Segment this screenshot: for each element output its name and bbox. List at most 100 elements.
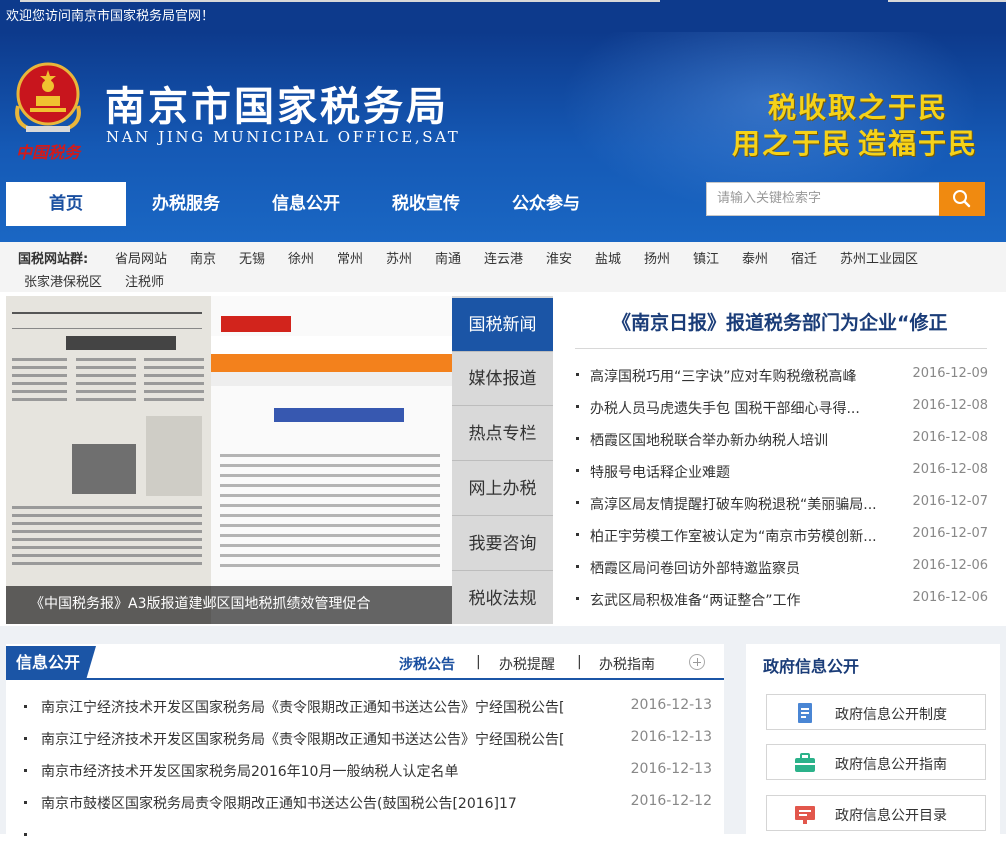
nav-item-tax-promotion[interactable]: 税收宣传 <box>376 182 476 226</box>
news-title[interactable]: 高淳区局友情提醒打破车购税退税“美丽骗局... <box>590 494 890 514</box>
site-link-yangzhou[interactable]: 扬州 <box>644 248 670 267</box>
site-link-huaian[interactable]: 淮安 <box>546 248 572 267</box>
tab-tax-news[interactable]: 国税新闻 <box>452 298 553 352</box>
bullet-icon <box>24 801 27 804</box>
site-link-zhangjiagang[interactable]: 张家港保税区 <box>24 271 102 290</box>
site-link-yancheng[interactable]: 盐城 <box>595 248 621 267</box>
news-item[interactable]: 柏正宇劳模工作室被认定为“南京市劳模创新... 2016-12-07 <box>576 524 988 546</box>
site-subtitle: NAN JING MUNICIPAL OFFICE,SAT <box>106 128 461 146</box>
gov-button-label: 政府信息公开制度 <box>835 707 947 723</box>
nav-item-info-public[interactable]: 信息公开 <box>256 182 356 226</box>
news-tabs: 国税新闻 媒体报道 热点专栏 网上办税 我要咨询 税收法规 <box>452 296 553 624</box>
tab-consult[interactable]: 我要咨询 <box>452 517 553 571</box>
bullet-icon <box>24 769 27 772</box>
site-title: 南京市国家税务局 <box>105 83 449 130</box>
info-item-title[interactable]: 南京江宁经济技术开发区国家税务局《责令限期改正通知书送达公告》宁经国税公告[ <box>41 729 601 749</box>
tab-tax-reminders[interactable]: 办税提醒 <box>499 654 555 674</box>
search-icon <box>953 190 971 208</box>
site-link-suzhou-industrial-park[interactable]: 苏州工业园区 <box>840 248 918 267</box>
bullet-icon <box>576 533 579 536</box>
gov-button-label: 政府信息公开目录 <box>835 808 947 824</box>
site-link-taizhou[interactable]: 泰州 <box>742 248 768 267</box>
tab-online-tax[interactable]: 网上办税 <box>452 462 553 516</box>
bullet-icon <box>576 469 579 472</box>
news-title[interactable]: 栖霞区国地税联合举办新办纳税人培训 <box>590 430 890 450</box>
nav-item-public-participation[interactable]: 公众参与 <box>496 182 596 226</box>
info-list-item[interactable]: 南京江宁经济技术开发区国家税务局《责令限期改正通知书送达公告》宁经国税公告[ 20… <box>24 697 712 719</box>
slideshow-caption[interactable]: 《中国税务报》A3版报道建邺区国地税抓绩效管理促合 <box>6 586 452 624</box>
bullet-icon <box>576 373 579 376</box>
tab-tax-guide[interactable]: 办税指南 <box>599 654 655 674</box>
info-list-item[interactable]: 南京江宁经济技术开发区国家税务局《责令限期改正通知书送达公告》宁经国税公告[ 20… <box>24 729 712 751</box>
info-header-line <box>6 678 724 680</box>
news-title[interactable]: 办税人员马虎遗失手包 国税干部细心寻得... <box>590 398 890 418</box>
news-date: 2016-12-09 <box>912 366 988 381</box>
tab-media-reports[interactable]: 媒体报道 <box>452 352 553 406</box>
site-group-bar: 国税网站群: 省局网站 南京 无锡 徐州 常州 苏州 南通 连云港 淮安 盐城 … <box>0 242 1006 292</box>
site-link-suzhou[interactable]: 苏州 <box>386 248 412 267</box>
bullet-icon <box>24 705 27 708</box>
more-plus-icon[interactable] <box>689 654 705 670</box>
info-item-title[interactable]: 南京市鼓楼区国家税务局责令限期改正通知书送达公告(鼓国税公告[2016]17 <box>41 793 601 813</box>
search-button[interactable] <box>939 182 985 216</box>
slideshow-image[interactable] <box>6 296 452 624</box>
news-item[interactable]: 高淳国税巧用“三字诀”应对车购税缴税高峰 2016-12-09 <box>576 364 988 386</box>
news-title[interactable]: 高淳国税巧用“三字诀”应对车购税缴税高峰 <box>590 366 890 386</box>
info-list-item-partial[interactable] <box>24 825 712 847</box>
gov-info-title: 政府信息公开 <box>763 657 860 676</box>
info-list-item[interactable]: 南京市经济技术开发区国家税务局2016年10月一般纳税人认定名单 2016-12-… <box>24 761 712 783</box>
tab-separator: | <box>577 654 582 670</box>
tab-hot-topics[interactable]: 热点专栏 <box>452 407 553 461</box>
site-link-xuzhou[interactable]: 徐州 <box>288 248 314 267</box>
site-link-suqian[interactable]: 宿迁 <box>791 248 817 267</box>
news-item[interactable]: 玄武区局积极准备“两证整合”工作 2016-12-06 <box>576 588 988 610</box>
national-emblem-icon[interactable]: 中国税务 <box>8 56 88 166</box>
site-header: 中国税务 南京市国家税务局 NAN JING MUNICIPAL OFFICE,… <box>0 32 1006 242</box>
info-item-date: 2016-12-13 <box>630 761 712 777</box>
news-date: 2016-12-06 <box>912 558 988 573</box>
site-link-tax-agent[interactable]: 注税师 <box>125 271 164 290</box>
tab-tax-regulations[interactable]: 税收法规 <box>452 572 553 626</box>
news-item[interactable]: 栖霞区局问卷回访外部特邀监察员 2016-12-06 <box>576 556 988 578</box>
nav-item-tax-service[interactable]: 办税服务 <box>136 182 236 226</box>
search-input[interactable]: 请输入关键检索字 <box>706 182 940 216</box>
news-item[interactable]: 特服号电话释企业难题 2016-12-08 <box>576 460 988 482</box>
gov-info-system-button[interactable]: 政府信息公开制度 <box>766 694 986 730</box>
news-title[interactable]: 特服号电话释企业难题 <box>590 462 890 482</box>
info-item-title[interactable]: 南京市经济技术开发区国家税务局2016年10月一般纳税人认定名单 <box>41 761 601 781</box>
newspaper-image <box>6 296 452 624</box>
info-item-date: 2016-12-13 <box>630 729 712 745</box>
headline-divider <box>575 348 987 349</box>
news-item[interactable]: 高淳区局友情提醒打破车购税退税“美丽骗局... 2016-12-07 <box>576 492 988 514</box>
site-link-zhenjiang[interactable]: 镇江 <box>693 248 719 267</box>
emblem-text: 中国税务 <box>16 143 82 162</box>
news-date: 2016-12-06 <box>912 590 988 605</box>
site-link-wuxi[interactable]: 无锡 <box>239 248 265 267</box>
news-item[interactable]: 栖霞区国地税联合举办新办纳税人培训 2016-12-08 <box>576 428 988 450</box>
info-public-title[interactable]: 信息公开 <box>6 646 96 680</box>
site-link-nantong[interactable]: 南通 <box>435 248 461 267</box>
news-title[interactable]: 栖霞区局问卷回访外部特邀监察员 <box>590 558 890 578</box>
site-link-lianyungang[interactable]: 连云港 <box>484 248 523 267</box>
top-bar: 欢迎您访问南京市国家税务局官网！ <box>0 0 1006 32</box>
slogan-line-1: 税收取之于民 <box>768 91 949 124</box>
bullet-icon <box>576 405 579 408</box>
info-item-date: 2016-12-13 <box>630 697 712 713</box>
gov-info-guide-button[interactable]: 政府信息公开指南 <box>766 744 986 780</box>
site-link-changzhou[interactable]: 常州 <box>337 248 363 267</box>
site-link-nanjing[interactable]: 南京 <box>190 248 216 267</box>
news-title[interactable]: 玄武区局积极准备“两证整合”工作 <box>590 590 890 610</box>
bullet-icon <box>576 501 579 504</box>
news-title[interactable]: 柏正宇劳模工作室被认定为“南京市劳模创新... <box>590 526 890 546</box>
info-item-title[interactable]: 南京江宁经济技术开发区国家税务局《责令限期改正通知书送达公告》宁经国税公告[ <box>41 697 601 717</box>
news-headline[interactable]: 《南京日报》报道税务部门为企业“修正 <box>612 308 992 335</box>
news-date: 2016-12-07 <box>912 494 988 509</box>
slogan-line-2a: 用之于民 <box>732 127 853 160</box>
site-link-province[interactable]: 省局网站 <box>115 248 167 267</box>
welcome-text: 欢迎您访问南京市国家税务局官网！ <box>6 9 215 24</box>
nav-item-home[interactable]: 首页 <box>6 182 126 226</box>
news-item[interactable]: 办税人员马虎遗失手包 国税干部细心寻得... 2016-12-08 <box>576 396 988 418</box>
info-list-item[interactable]: 南京市鼓楼区国家税务局责令限期改正通知书送达公告(鼓国税公告[2016]17 20… <box>24 793 712 815</box>
gov-info-catalog-button[interactable]: 政府信息公开目录 <box>766 795 986 831</box>
tab-tax-announcements[interactable]: 涉税公告 <box>399 654 455 674</box>
